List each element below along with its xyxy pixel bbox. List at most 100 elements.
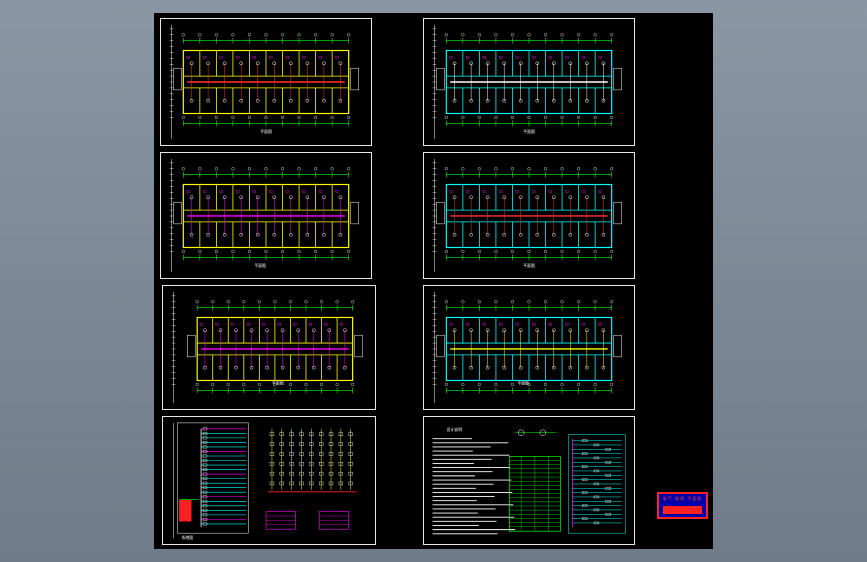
sheet-caption: 系统图 xyxy=(181,535,193,540)
socket-symbol xyxy=(499,323,503,326)
axis-bubble xyxy=(494,33,498,37)
axis-bubble xyxy=(610,167,614,171)
stair-block xyxy=(436,67,445,91)
sheet-floor-plan-2[interactable]: 平面图 xyxy=(423,18,635,146)
axis-bubble xyxy=(593,33,597,37)
sheet-caption: 设计说明 xyxy=(446,427,462,432)
axis-bubble xyxy=(444,382,448,386)
axis-bubble xyxy=(181,33,185,37)
axis-bubble xyxy=(314,115,318,120)
socket-symbol xyxy=(186,56,190,59)
socket-symbol xyxy=(269,56,273,59)
axis-bubble xyxy=(314,249,318,253)
axis-bubble xyxy=(214,249,218,253)
axis-bubble xyxy=(231,115,235,120)
axis-bubble xyxy=(510,382,515,386)
sheet-floor-plan-3[interactable]: 平面图 xyxy=(160,152,372,279)
axis-bubble xyxy=(543,33,548,37)
axis-bubble xyxy=(510,115,515,120)
axis-bubble xyxy=(593,300,597,304)
axis-bubble xyxy=(577,167,581,171)
axis-bubble xyxy=(510,167,515,171)
axis-bubble xyxy=(444,33,448,37)
axis-bubble xyxy=(560,249,564,253)
axis-bubble xyxy=(494,300,498,304)
axis-bubble xyxy=(527,115,531,120)
socket-symbol xyxy=(262,323,266,326)
axis-bubble xyxy=(288,382,293,386)
socket-symbol xyxy=(482,323,486,326)
axis-bubble xyxy=(510,300,515,304)
axis-bubble xyxy=(527,300,531,304)
sheet-floor-plan-6[interactable]: 平面图 xyxy=(423,285,635,410)
sheet-caption: 平面图 xyxy=(260,129,272,134)
socket-symbol xyxy=(532,323,536,326)
socket-symbol xyxy=(532,56,536,59)
axis-bubble xyxy=(560,300,564,304)
axis-bubble xyxy=(510,33,515,37)
sheet-floor-plan-5[interactable]: 平面图 xyxy=(162,285,376,410)
socket-symbol xyxy=(308,323,313,326)
axis-bubble xyxy=(297,249,301,253)
socket-symbol xyxy=(230,323,235,326)
stair-block xyxy=(173,201,182,225)
axis-bubble xyxy=(577,115,581,120)
axis-bubble xyxy=(347,249,351,253)
axis-bubble xyxy=(198,33,202,37)
socket-symbol xyxy=(186,190,190,193)
axis-bubble xyxy=(543,300,548,304)
axis-bubble xyxy=(477,300,481,304)
axis-bubble xyxy=(319,382,324,386)
axis-bubble xyxy=(477,33,481,37)
sheet-drawing: 平面图 xyxy=(432,24,622,140)
axis-bubble xyxy=(247,167,252,171)
axis-bubble xyxy=(351,382,355,386)
stair-block xyxy=(613,67,622,91)
axis-bubble xyxy=(214,115,218,120)
stair-block xyxy=(350,67,359,91)
axis-bubble xyxy=(610,382,614,386)
sheet-floor-plan-1[interactable]: 平面图 xyxy=(160,18,372,146)
axis-bubble xyxy=(211,382,215,386)
socket-symbol xyxy=(499,190,503,193)
axis-bubble xyxy=(527,167,531,171)
socket-symbol xyxy=(581,190,586,193)
axis-bubble xyxy=(577,249,581,253)
axis-bubble xyxy=(280,249,285,253)
title-block-stamp[interactable]: 电气 照明 平面图 xyxy=(657,492,708,519)
axis-bubble xyxy=(257,382,261,386)
socket-symbol xyxy=(302,56,306,59)
axis-bubble xyxy=(610,33,614,37)
sheet-drawing: 平面图 xyxy=(171,291,363,404)
axis-bubble xyxy=(444,300,448,304)
axis-bubble xyxy=(247,249,252,253)
stair-block xyxy=(354,334,363,358)
axis-bubble xyxy=(181,249,185,253)
socket-symbol xyxy=(482,56,486,59)
model-space-canvas[interactable]: 平面图 平面图 平面图 平面图 平面图 平面图 系统图 设计说明 xyxy=(154,13,713,549)
axis-bubble xyxy=(181,167,185,171)
axis-bubble xyxy=(195,382,199,386)
axis-bubble xyxy=(297,167,301,171)
axis-bubble xyxy=(610,249,614,253)
axis-bubble xyxy=(288,300,293,304)
sheet-drawing: 平面图 xyxy=(432,291,622,404)
axis-bubble xyxy=(610,115,614,120)
socket-symbol xyxy=(598,190,602,193)
axis-bubble xyxy=(257,300,261,304)
axis-bubble xyxy=(347,115,351,120)
axis-bubble xyxy=(560,115,564,120)
sheet-caption: 平面图 xyxy=(523,129,535,134)
sheet-drawing: 平面图 xyxy=(432,158,622,273)
sheet-drawing: 平面图 xyxy=(169,24,359,140)
sheet-design-notes[interactable]: 设计说明 xyxy=(423,416,635,545)
axis-bubble xyxy=(444,249,448,253)
sheet-system-diagram[interactable]: 系统图 xyxy=(162,416,376,545)
sheet-caption: 平面图 xyxy=(523,263,535,268)
axis-bubble xyxy=(461,115,465,120)
socket-symbol xyxy=(335,190,339,193)
sheet-floor-plan-4[interactable]: 平面图 xyxy=(423,152,635,279)
socket-symbol xyxy=(219,190,223,193)
socket-symbol xyxy=(466,190,470,193)
axis-bubble xyxy=(214,33,218,37)
